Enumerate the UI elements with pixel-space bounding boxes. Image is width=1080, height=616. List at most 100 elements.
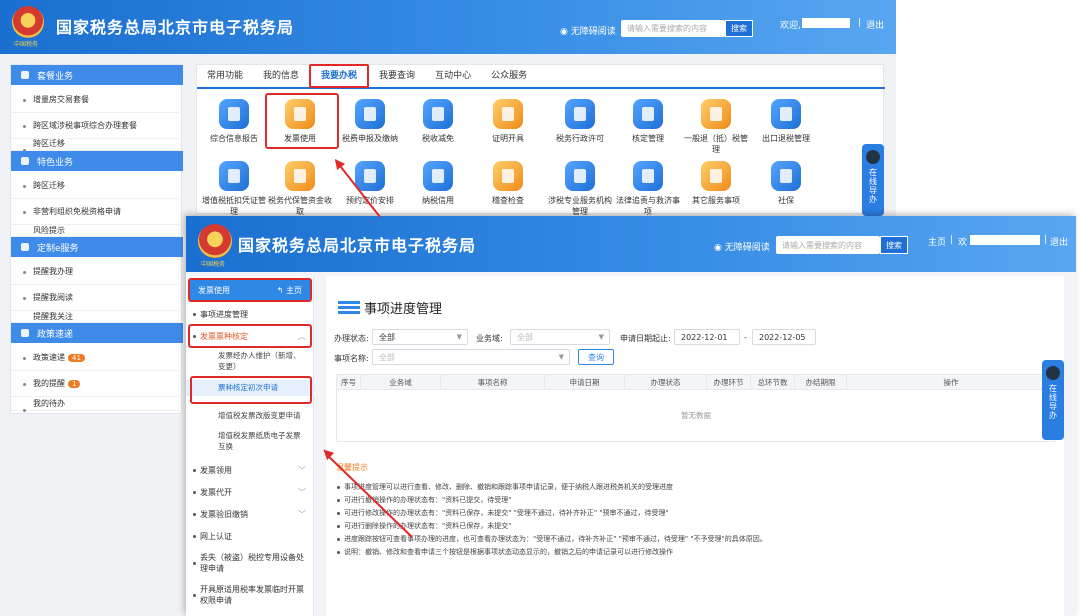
date-range-label: 申请日期起止: [620, 334, 671, 343]
section-header[interactable]: 政策速递 [11, 323, 183, 343]
service-tile-label: 法律追责与救济事项 [616, 196, 680, 216]
column-header: 操作 [943, 377, 959, 387]
service-tile[interactable]: 纳税信用 [405, 161, 471, 206]
service-tile[interactable]: 税务行政许可 [547, 99, 613, 144]
service-tile[interactable]: 税收减免 [405, 99, 471, 144]
logout-link[interactable]: 退出 [1050, 235, 1068, 248]
policy-icon [21, 329, 29, 337]
section-header[interactable]: 套餐业务 [11, 65, 183, 85]
tab-query[interactable]: 我要查询 [369, 65, 425, 87]
home-link[interactable]: 主页 [928, 235, 946, 248]
section-header[interactable]: 特色业务 [11, 151, 183, 171]
logout-link[interactable]: 退出 [866, 18, 884, 31]
item-name-select[interactable]: 全部 ▼ [372, 349, 570, 365]
column-header: 申请日期 [545, 375, 625, 389]
list-item[interactable]: 政策速递 41 [11, 345, 179, 371]
domain-label: 业务域: [476, 334, 503, 343]
service-tile[interactable]: 社保 [753, 161, 819, 206]
service-icon [219, 99, 249, 129]
service-tile-label: 核定管理 [632, 134, 664, 143]
service-icon [355, 99, 385, 129]
list-item[interactable]: 提醒我关注 [11, 311, 179, 326]
sidebar: 发票使用 ↰ 主页 事项进度管理 发票票种核定 ︿ 发票经办人维护（新增、变更） … [186, 276, 314, 616]
status-label: 办理状态: [334, 334, 369, 343]
welcome-text: 欢 [958, 238, 968, 248]
welcome-text: 欢迎, [780, 21, 801, 31]
service-icon [701, 161, 731, 191]
sidebar-item-invoice-issue[interactable]: 发票代开 ﹀ [186, 484, 314, 500]
service-tile[interactable]: 增值税抵扣凭证管理 [201, 161, 267, 217]
status-select[interactable]: 全部 ▼ [372, 329, 468, 345]
tab-my-info[interactable]: 我的信息 [253, 65, 309, 87]
sidebar-subitem-vat-paper[interactable]: 增值税发票纸质电子发票互换 [186, 430, 314, 454]
sidebar-item-special-permission[interactable]: 开具原适用税率发票临时开票权限申请 [186, 582, 314, 608]
sidebar-item-online-auth[interactable]: 网上认证 [186, 528, 314, 544]
date-to-input[interactable]: 2022-12-05 [752, 329, 816, 345]
service-tile-label: 社保 [778, 196, 794, 205]
service-tile[interactable]: 出口退税管理 [753, 99, 819, 144]
tab-common[interactable]: 常用功能 [197, 65, 253, 87]
service-tile[interactable]: 税务代保管资金收取 [267, 161, 333, 217]
service-tile-label: 证明开具 [492, 134, 524, 143]
sidebar-item-invoice-use[interactable]: 发票领用 ﹀ [186, 462, 314, 478]
list-item[interactable]: 增量房交易套餐 [11, 87, 179, 113]
tip-line: 说明：撤销、修改和查看申请三个按钮是根据事项状态动态显示的，撤销之后的申请记录可… [337, 548, 673, 556]
list-item[interactable]: 跨区迁移 [11, 137, 179, 152]
online-guide-button[interactable]: 在线导办 [862, 144, 884, 216]
service-tile[interactable]: 法律追责与救济事项 [615, 161, 681, 217]
search-button[interactable]: 搜索 [880, 236, 908, 254]
service-tile[interactable]: 税费申报及缴纳 [337, 99, 403, 144]
list-item[interactable]: 我的提醒 1 [11, 371, 179, 397]
emblem-caption: 中国税务 [201, 261, 226, 268]
tab-tax-handling[interactable]: 我要办税 [309, 64, 370, 88]
tip-line: 可进行删除操作的办理状态有："资料已保存，未提交" [336, 522, 512, 530]
list-item[interactable]: 提醒我阅读 [11, 285, 179, 311]
service-icon [701, 99, 731, 129]
list-item[interactable]: 跨区域涉税事项综合办理套餐 [11, 113, 179, 139]
column-header: 序号 [337, 375, 361, 389]
service-tile[interactable]: 证明开具 [475, 99, 541, 144]
service-tile-label: 增值税抵扣凭证管理 [202, 196, 266, 216]
list-item[interactable]: 风险提示 [11, 225, 179, 240]
tab-public-service[interactable]: 公众服务 [481, 65, 537, 87]
list-item[interactable]: 我的待办 [11, 397, 179, 412]
count-badge: 1 [68, 379, 81, 388]
emblem-caption: 中国税务 [14, 41, 39, 48]
tip-line: 事项进度管理可以进行查看、修改、删除、撤销和跟踪事项申请记录，便于纳税人跟进税务… [337, 483, 673, 491]
user-icon [21, 243, 29, 251]
service-tile[interactable]: 涉税专业服务机构管理 [547, 161, 613, 217]
sidebar-item-invoice-cancel[interactable]: 发票验旧缴销 ﹀ [186, 506, 314, 522]
main-content: 事项进度管理 办理状态: 全部 ▼ 业务域: 全部 ▼ 申请日期起止: 2022-1… [326, 276, 1064, 616]
sidebar-item-progress[interactable]: 事项进度管理 [186, 306, 314, 322]
service-icon [285, 161, 315, 191]
emblem-icon [12, 6, 44, 38]
sidebar-item-lost-device[interactable]: 丢失（被盗）税控专用设备处理申请 [186, 550, 314, 576]
list-item[interactable]: 提醒我办理 [11, 259, 179, 285]
service-tile[interactable]: 其它服务事项 [683, 161, 749, 206]
accessibility-link[interactable]: ◉ 无障碍阅读 [714, 240, 770, 253]
online-guide-button[interactable]: 在线导办 [1042, 360, 1064, 440]
service-tile[interactable]: 核定管理 [615, 99, 681, 144]
tab-interaction[interactable]: 互动中心 [425, 65, 481, 87]
service-tile[interactable]: 稽查检查 [475, 161, 541, 206]
search-input[interactable]: 请输入需要搜索的内容 [621, 20, 725, 37]
service-icon [565, 161, 595, 191]
date-separator: - [744, 333, 747, 342]
section-header[interactable]: 定制e服务 [11, 237, 183, 257]
service-tile[interactable]: 一般退（抵）税管理 [683, 99, 749, 155]
search-input[interactable]: 请输入需要搜索的内容 [776, 236, 880, 254]
list-item[interactable]: 非营利组织免税资格申请 [11, 199, 179, 225]
service-tile[interactable]: 综合信息报告 [201, 99, 267, 144]
chevron-down-icon: ﹀ [298, 509, 306, 519]
search-button[interactable]: 搜索 [725, 20, 753, 37]
list-item[interactable]: 跨区迁移 [11, 173, 179, 199]
service-tile[interactable]: 预约定价安排 [337, 161, 403, 206]
sidebar-subitem-vat-adjust[interactable]: 增值税发票改版变更申请 [186, 408, 314, 424]
domain-select[interactable]: 全部 ▼ [510, 329, 610, 345]
service-tile-label: 税收减免 [422, 134, 454, 143]
date-from-input[interactable]: 2022-12-01 [674, 329, 740, 345]
sidebar-subitem-operator[interactable]: 发票经办人维护（新增、变更） [186, 350, 314, 374]
query-button[interactable]: 查询 [578, 349, 614, 365]
accessibility-link[interactable]: ◉ 无障碍阅读 [560, 24, 616, 37]
table-empty: 暂无数据 [336, 390, 1056, 442]
